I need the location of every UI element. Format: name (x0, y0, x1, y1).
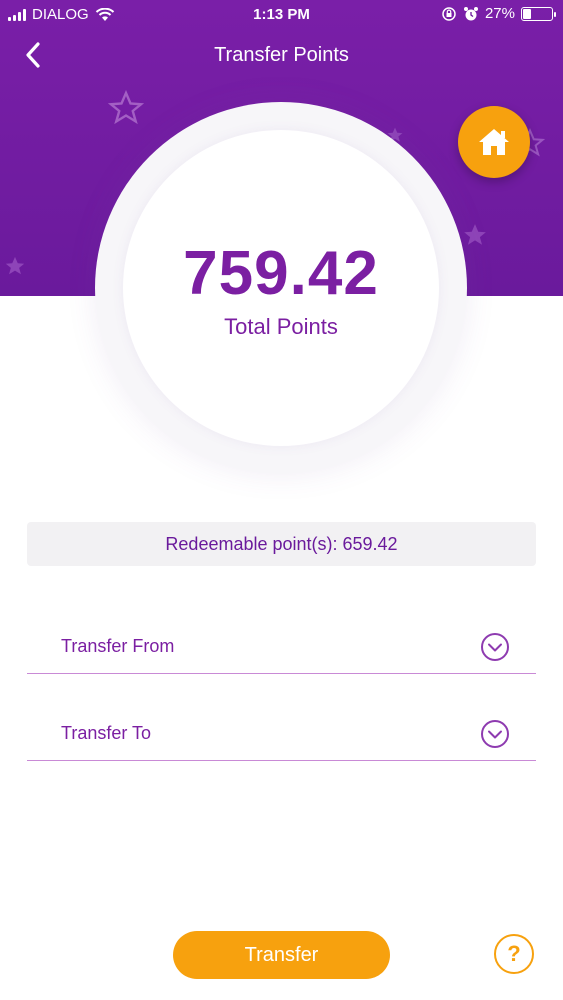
star-icon (5, 256, 25, 275)
total-points-label: Total Points (224, 314, 338, 339)
chevron-down-icon (481, 720, 509, 748)
star-icon (108, 90, 144, 125)
redeemable-points: Redeemable point(s): 659.42 (27, 522, 536, 566)
help-label: ? (507, 941, 521, 966)
status-right: 27% (441, 5, 556, 22)
page-title: Transfer Points (214, 44, 349, 66)
help-button[interactable]: ? (494, 934, 534, 974)
transfer-to-select[interactable]: Transfer To (27, 705, 536, 761)
alarm-icon (463, 6, 478, 20)
status-bar: DIALOG 1:13 PM 27% (0, 0, 563, 30)
transfer-button[interactable]: Transfer (173, 931, 390, 979)
transfer-to-label: Transfer To (61, 723, 152, 743)
total-points-value: 759.42 (183, 239, 379, 308)
transfer-from-label: Transfer From (61, 636, 175, 656)
battery-icon (521, 6, 556, 21)
chevron-down-icon (481, 633, 509, 661)
points-circle: 759.42 Total Points (95, 102, 467, 474)
transfer-from-select[interactable]: Transfer From (27, 618, 536, 674)
home-button[interactable] (458, 106, 530, 178)
battery-fill (523, 8, 531, 19)
lock-rotation-icon (442, 6, 456, 21)
home-icon (479, 129, 509, 155)
battery-percent: 27% (484, 5, 515, 22)
